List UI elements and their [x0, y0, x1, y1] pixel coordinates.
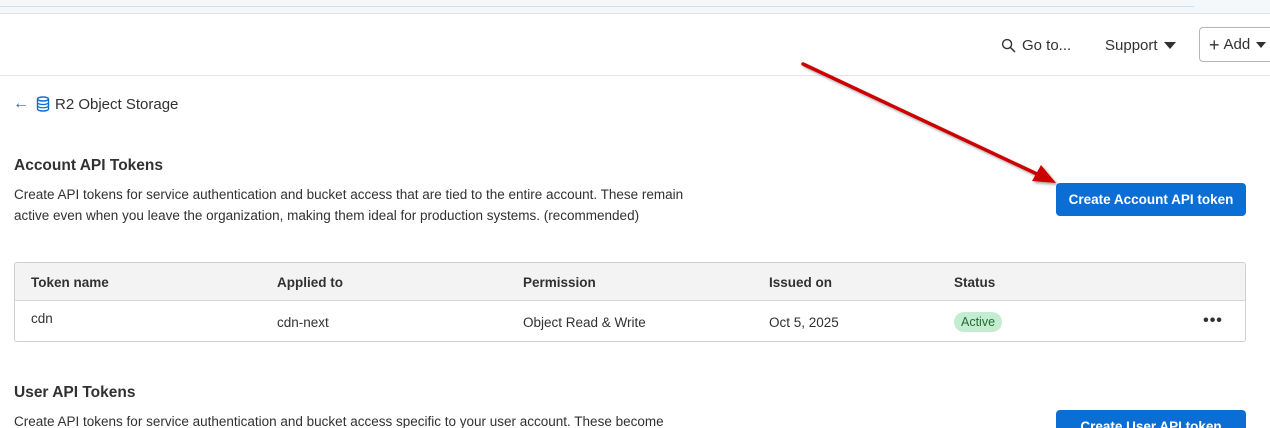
plus-icon: + — [1209, 34, 1220, 55]
applied-to-cell: cdn-next — [277, 315, 329, 330]
support-label: Support — [1105, 36, 1158, 54]
create-user-token-button[interactable]: Create User API token — [1056, 410, 1246, 428]
column-header-status[interactable]: Status — [954, 275, 995, 290]
account-tokens-table: Token name Applied to Permission Issued … — [14, 262, 1246, 342]
add-label: Add — [1223, 36, 1251, 53]
more-options-icon[interactable]: ••• — [1201, 310, 1225, 332]
column-header-issued-on[interactable]: Issued on — [769, 275, 832, 290]
user-tokens-description: Create API tokens for service authentica… — [14, 414, 664, 428]
column-header-permission[interactable]: Permission — [523, 275, 596, 290]
top-banner-line — [0, 6, 1194, 7]
database-icon — [36, 96, 50, 112]
column-header-token-name[interactable]: Token name — [31, 275, 109, 290]
column-header-applied-to[interactable]: Applied to — [277, 275, 343, 290]
search-icon — [1001, 38, 1016, 52]
account-tokens-title: Account API Tokens — [14, 157, 163, 174]
breadcrumb-title[interactable]: R2 Object Storage — [55, 96, 178, 113]
top-header: Go to... Support + Add — [0, 14, 1270, 76]
caret-down-icon — [1163, 41, 1176, 49]
user-tokens-title: User API Tokens — [14, 384, 136, 401]
issued-on-cell: Oct 5, 2025 — [769, 315, 839, 330]
table-row: cdn cdn-next Object Read & Write Oct 5, … — [15, 301, 1245, 341]
caret-down-icon — [1256, 41, 1267, 48]
permission-cell: Object Read & Write — [523, 315, 646, 330]
create-account-token-button[interactable]: Create Account API token — [1056, 183, 1246, 216]
table-header: Token name Applied to Permission Issued … — [15, 263, 1245, 301]
top-banner-strip — [0, 0, 1270, 14]
back-arrow-icon[interactable]: ← — [13, 95, 29, 113]
support-menu[interactable]: Support — [1105, 14, 1176, 76]
goto-button[interactable]: Go to... — [1001, 14, 1071, 76]
status-badge: Active — [954, 312, 1003, 332]
add-button[interactable]: + Add — [1199, 27, 1270, 62]
token-name-cell: cdn — [31, 311, 53, 326]
account-tokens-description: Create API tokens for service authentica… — [14, 187, 684, 223]
goto-label: Go to... — [1022, 36, 1072, 54]
breadcrumb: ← R2 Object Storage — [13, 93, 178, 115]
